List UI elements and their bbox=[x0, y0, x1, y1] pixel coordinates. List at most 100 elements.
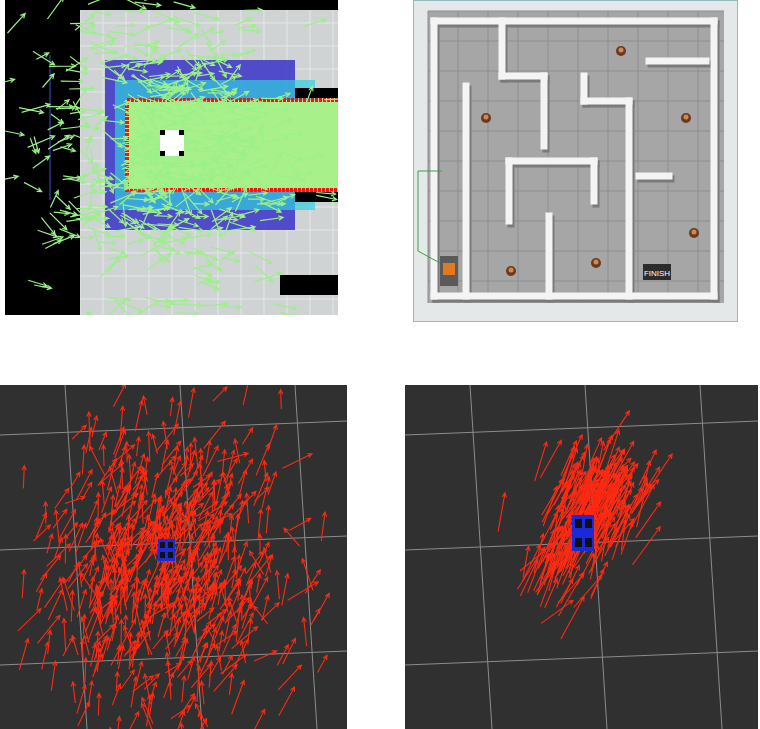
particle-arrow bbox=[90, 577, 95, 607]
maze-wall bbox=[711, 21, 718, 296]
particle-arrow bbox=[645, 454, 673, 495]
particle-arrow bbox=[177, 660, 191, 677]
particle-arrow bbox=[517, 548, 544, 590]
particle-arrow bbox=[38, 615, 60, 643]
particle-arrow bbox=[243, 165, 266, 171]
particle-arrow bbox=[229, 515, 233, 533]
particle-arrow bbox=[250, 252, 272, 263]
particle-arrow bbox=[65, 496, 85, 503]
particle-arrow bbox=[230, 150, 248, 156]
particle-arrow bbox=[135, 590, 141, 621]
maze-wall bbox=[581, 76, 588, 101]
particle-arrow bbox=[199, 492, 213, 519]
maze-wall bbox=[591, 161, 598, 201]
particle-arrow bbox=[109, 579, 122, 608]
particle-arrow bbox=[5, 131, 24, 136]
particle-arrow bbox=[179, 694, 195, 718]
particle-arrow bbox=[604, 411, 630, 451]
particle-arrow bbox=[268, 472, 277, 495]
particle-arrow bbox=[68, 564, 87, 589]
maze-wall bbox=[499, 21, 506, 76]
particle-arrow bbox=[152, 164, 167, 185]
particle-arrow bbox=[117, 717, 121, 729]
particle-arrow bbox=[278, 665, 301, 690]
particle-arrow bbox=[273, 304, 297, 310]
particle-arrow bbox=[262, 477, 270, 508]
particle-arrow bbox=[189, 388, 196, 418]
particle-arrow bbox=[136, 662, 143, 687]
particle-arrow bbox=[153, 83, 177, 93]
particle-arrow bbox=[181, 71, 202, 75]
particle-arrow bbox=[110, 173, 128, 188]
particle-arrow bbox=[173, 303, 202, 307]
particle-arrow bbox=[193, 475, 211, 487]
maze-wall bbox=[434, 293, 714, 300]
particle-arrow bbox=[242, 428, 252, 444]
particle-arrow bbox=[62, 619, 66, 652]
particle-arrow bbox=[107, 254, 129, 259]
particle-arrow bbox=[220, 53, 237, 57]
particle-arrow bbox=[100, 120, 125, 124]
particle-arrow bbox=[271, 108, 289, 112]
particle-arrow bbox=[82, 445, 86, 474]
particle-arrow bbox=[123, 0, 146, 9]
particle-arrow bbox=[124, 144, 147, 150]
particle-arrow bbox=[238, 24, 256, 28]
particle-arrow bbox=[232, 193, 248, 202]
particle-arrow bbox=[192, 214, 208, 218]
particle-arrow bbox=[123, 712, 139, 729]
particle-arrow bbox=[189, 588, 202, 603]
particle-arrow bbox=[181, 188, 191, 215]
maze-wall bbox=[506, 161, 513, 221]
particle-arrow bbox=[302, 618, 307, 647]
particle-arrow bbox=[232, 150, 244, 177]
particle-arrow bbox=[133, 102, 143, 126]
particle-arrow bbox=[245, 493, 249, 523]
particle-arrow bbox=[180, 723, 185, 729]
particle-arrow bbox=[139, 220, 156, 230]
particle-arrow bbox=[133, 74, 152, 93]
particle-arrow bbox=[73, 135, 91, 142]
particle-arrow bbox=[60, 229, 81, 238]
particle-arrow bbox=[109, 728, 114, 729]
particle-arrow bbox=[554, 464, 575, 505]
particle-arrow bbox=[157, 226, 173, 240]
particle-arrow bbox=[135, 555, 139, 576]
particle-arrow bbox=[251, 577, 268, 608]
particle-arrow bbox=[207, 543, 216, 560]
particle-arrow bbox=[121, 670, 134, 689]
particle-arrow bbox=[139, 499, 156, 518]
particle-arrow bbox=[211, 247, 232, 254]
particle-arrow bbox=[197, 608, 214, 621]
particle-arrow bbox=[19, 108, 44, 114]
particle-arrow bbox=[207, 58, 228, 64]
particle-arrow bbox=[158, 613, 166, 637]
particle-arrow bbox=[197, 643, 208, 665]
particle-arrow bbox=[523, 545, 541, 581]
particle-arrow bbox=[193, 248, 217, 260]
particle-arrow bbox=[56, 106, 79, 110]
particle-arrow bbox=[193, 121, 222, 125]
particle-arrow bbox=[136, 470, 145, 494]
particle-arrow bbox=[85, 540, 99, 556]
particle-arrow bbox=[72, 89, 86, 110]
top-row: FINISH bbox=[0, 0, 760, 322]
particle-arrow bbox=[221, 77, 236, 85]
particle-arrow bbox=[197, 72, 214, 76]
particle-arrow bbox=[276, 175, 300, 180]
particle-arrow bbox=[112, 615, 119, 641]
maze-wall bbox=[502, 73, 544, 80]
particle-arrow bbox=[232, 569, 237, 588]
particle-arrow bbox=[143, 594, 147, 619]
particle-arrow bbox=[121, 158, 135, 166]
particle-arrow bbox=[82, 168, 106, 177]
particle-arrow bbox=[236, 49, 256, 57]
particle-arrow bbox=[109, 298, 127, 315]
particle-arrow bbox=[87, 215, 110, 227]
particle-arrow bbox=[306, 86, 313, 105]
particle-arrow bbox=[90, 555, 96, 576]
particle-arrow bbox=[131, 134, 151, 150]
particle-arrow bbox=[141, 620, 149, 655]
particle-arrow bbox=[109, 32, 135, 37]
particle-arrow bbox=[210, 90, 236, 95]
